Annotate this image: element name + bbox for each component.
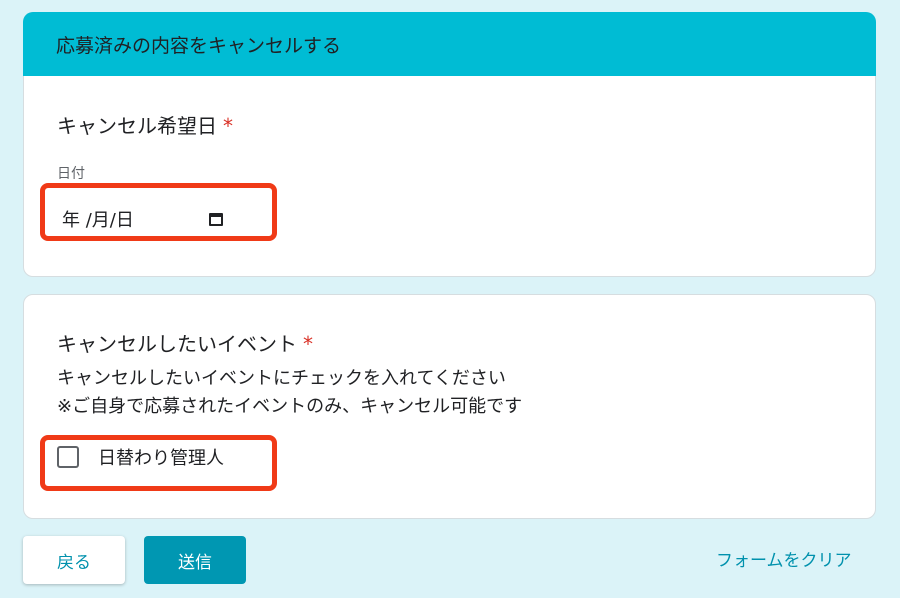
event-question-card: キャンセルしたいイベント * キャンセルしたいイベントにチェックを入れてください … xyxy=(23,294,876,519)
event-option-row[interactable]: 日替わり管理人 xyxy=(57,444,224,470)
submit-button[interactable]: 送信 xyxy=(144,536,246,584)
date-sub-label: 日付 xyxy=(57,166,85,182)
date-question-title: キャンセル希望日 * xyxy=(57,114,233,138)
back-button[interactable]: 戻る xyxy=(23,536,125,584)
event-description-line2: ※ご自身で応募されたイベントのみ、キャンセル可能です xyxy=(57,396,523,417)
clear-form-link[interactable]: フォームをクリア xyxy=(716,546,852,571)
form-title: 応募済みの内容をキャンセルする xyxy=(56,34,342,57)
required-mark: * xyxy=(223,114,233,138)
event-checkbox[interactable] xyxy=(57,446,79,468)
date-input-text: 年 /月/日 xyxy=(62,210,134,231)
event-description-line1: キャンセルしたいイベントにチェックを入れてください xyxy=(57,368,506,389)
event-question-title: キャンセルしたいイベント * xyxy=(57,332,313,356)
form-header: 応募済みの内容をキャンセルする xyxy=(23,12,876,76)
event-option-label: 日替わり管理人 xyxy=(98,448,224,469)
calendar-icon[interactable] xyxy=(209,213,223,226)
required-mark: * xyxy=(303,332,313,356)
date-input[interactable]: 年 /月/日 xyxy=(62,201,250,237)
